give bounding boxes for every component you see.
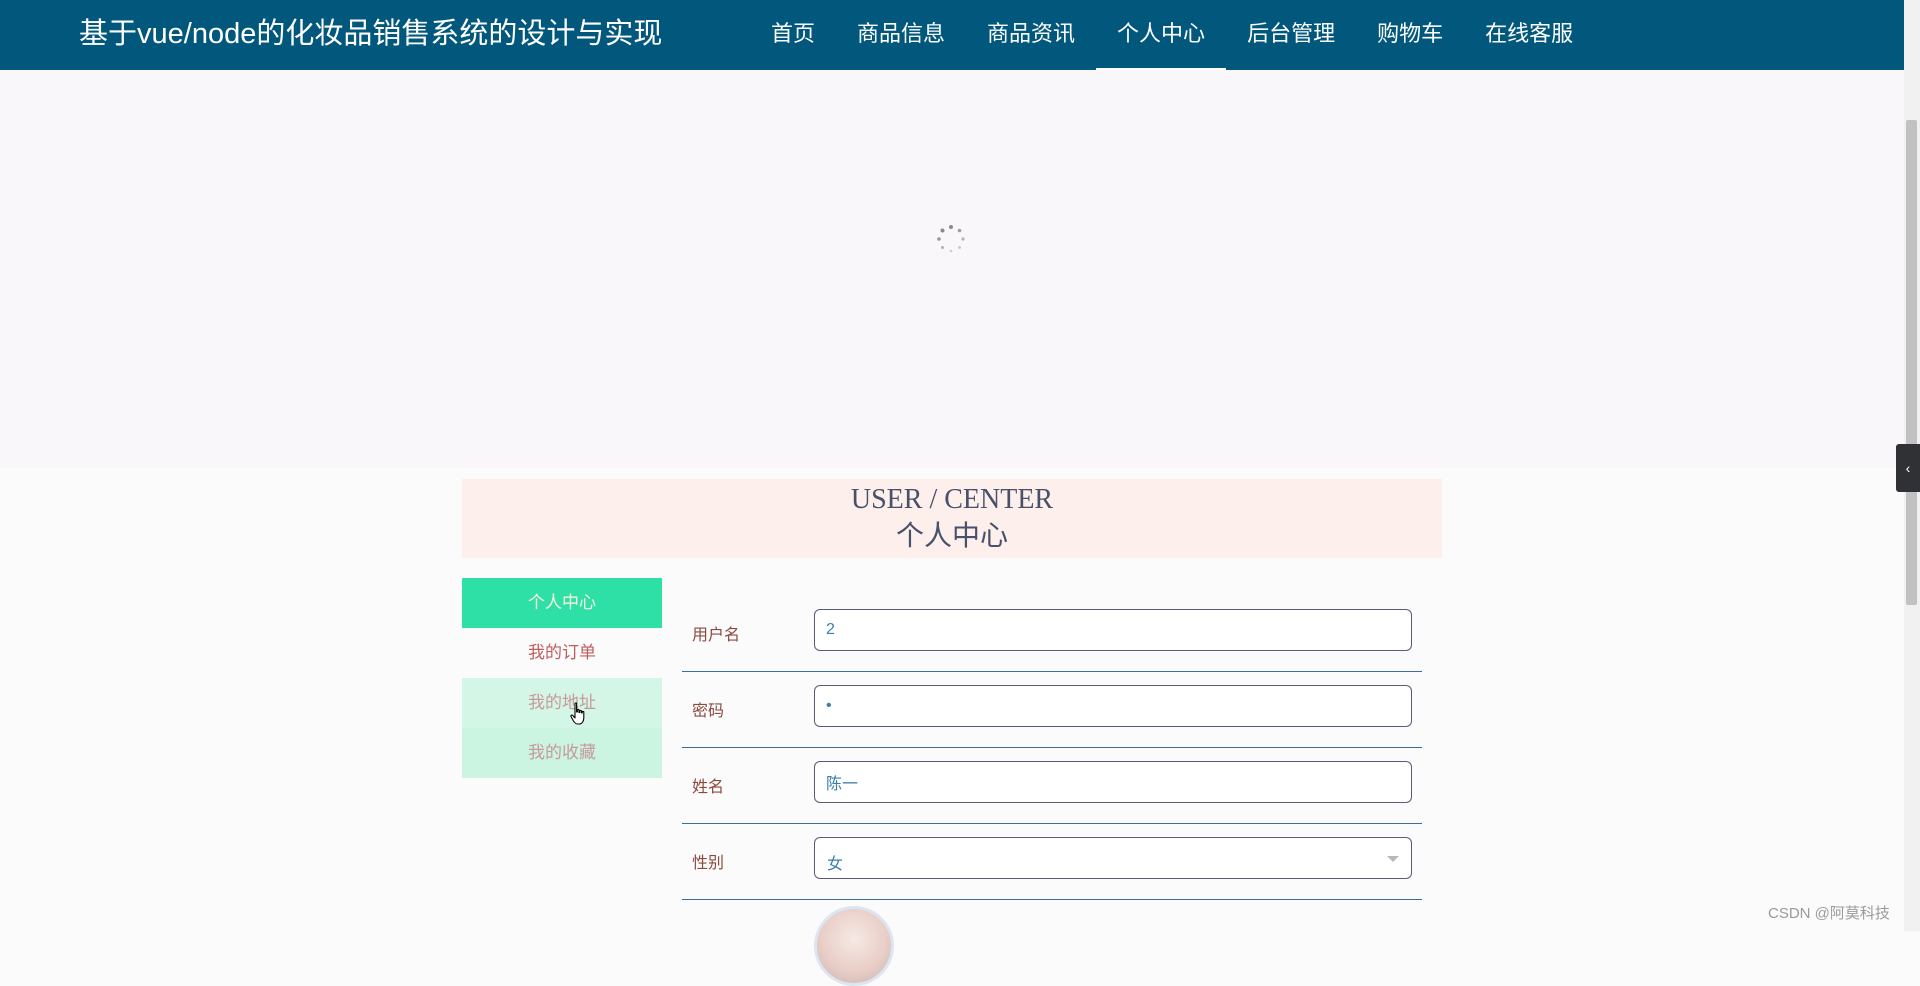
password-label: 密码 xyxy=(692,703,725,720)
name-label: 姓名 xyxy=(692,779,725,796)
loading-spinner-icon xyxy=(937,225,965,253)
chevron-left-icon: ‹ xyxy=(1905,460,1911,476)
form-row-gender: 性别 女 xyxy=(682,825,1422,900)
banner-carousel xyxy=(0,70,1904,468)
menu-item-user-center[interactable]: 个人中心 xyxy=(462,578,662,628)
watermark: CSDN @阿莫科技 xyxy=(1768,905,1890,922)
menu-item-my-favorites[interactable]: 我的收藏 xyxy=(462,728,662,778)
form-row-username: 用户名 xyxy=(682,597,1422,672)
section-title-en: USER / CENTER xyxy=(850,484,1054,515)
collapse-panel-button[interactable]: ‹ xyxy=(1896,444,1920,492)
scrollbar-thumb[interactable] xyxy=(1906,120,1917,605)
section-heading: USER / CENTER 个人中心 xyxy=(462,479,1442,558)
gender-label: 性别 xyxy=(692,855,725,872)
user-center-menu: 个人中心 我的订单 我的地址 我的收藏 xyxy=(462,578,662,778)
nav-item-products[interactable]: 商品信息 xyxy=(836,0,966,70)
nav-item-news[interactable]: 商品资讯 xyxy=(966,0,1096,70)
form-row-password: 密码 xyxy=(682,673,1422,748)
main-nav: 首页 商品信息 商品资讯 个人中心 后台管理 购物车 在线客服 xyxy=(750,0,1594,70)
avatar[interactable] xyxy=(814,906,894,986)
gender-select-value: 女 xyxy=(827,856,844,873)
nav-item-home[interactable]: 首页 xyxy=(750,0,836,70)
section-title-cn: 个人中心 xyxy=(895,521,1008,552)
name-input[interactable] xyxy=(814,761,1412,803)
username-input[interactable] xyxy=(814,609,1412,651)
nav-item-user-center[interactable]: 个人中心 xyxy=(1096,0,1227,70)
nav-item-customer-service[interactable]: 在线客服 xyxy=(1464,0,1594,70)
nav-item-cart[interactable]: 购物车 xyxy=(1356,0,1464,70)
user-info-form: 用户名 密码 姓名 性别 女 xyxy=(682,597,1422,901)
gender-select[interactable]: 女 xyxy=(814,837,1412,879)
username-label: 用户名 xyxy=(692,627,741,644)
nav-item-admin[interactable]: 后台管理 xyxy=(1226,0,1356,70)
chevron-down-icon xyxy=(1387,856,1399,862)
hand-pointer-cursor-icon xyxy=(570,702,585,725)
menu-item-my-orders[interactable]: 我的订单 xyxy=(462,628,662,678)
top-navbar: 基于vue/node的化妆品销售系统的设计与实现 首页 商品信息 商品资讯 个人… xyxy=(0,0,1904,70)
form-row-name: 姓名 xyxy=(682,749,1422,824)
menu-item-my-address[interactable]: 我的地址 xyxy=(462,678,662,728)
site-title[interactable]: 基于vue/node的化妆品销售系统的设计与实现 xyxy=(79,0,662,70)
password-input[interactable] xyxy=(814,685,1412,727)
